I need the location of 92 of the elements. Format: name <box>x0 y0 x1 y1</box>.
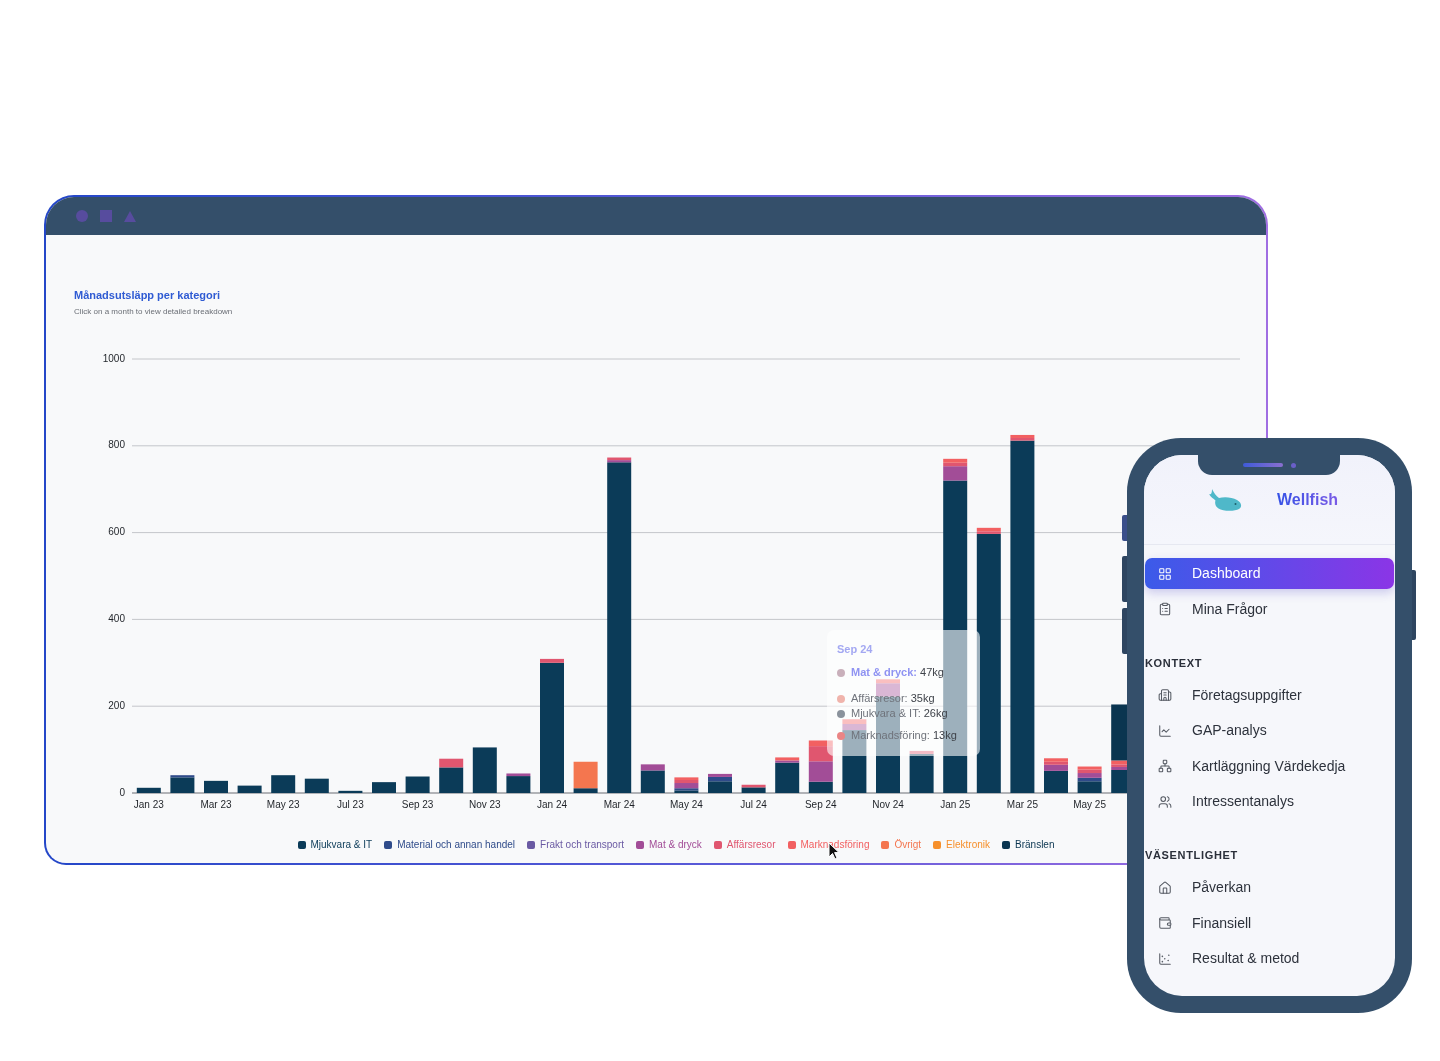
bar-segment[interactable] <box>204 780 228 793</box>
bar-segment[interactable] <box>304 778 329 793</box>
bar-segment[interactable] <box>640 764 665 771</box>
legend-label: Mat & dryck <box>649 839 702 851</box>
bar-segment[interactable] <box>439 767 464 793</box>
phone-side-button[interactable] <box>1122 608 1127 654</box>
bar-segment[interactable] <box>775 760 800 763</box>
legend-label: Marknadsföring <box>800 839 870 851</box>
chart-title: Månadsutsläpp per kategori <box>74 288 221 302</box>
x-axis-label: Sep 23 <box>401 798 434 810</box>
bar-segment[interactable] <box>472 747 497 793</box>
nav-item[interactable]: Dashboard <box>1145 558 1394 589</box>
bar-segment[interactable] <box>708 773 732 777</box>
x-axis-label: Jul 23 <box>337 798 364 810</box>
x-axis-label: Jan 25 <box>940 798 971 810</box>
phone-side-button[interactable] <box>1122 556 1127 602</box>
bar-segment[interactable] <box>170 777 195 793</box>
nav-item[interactable]: GAP-analys <box>1145 715 1394 746</box>
section-heading: KONTEXT <box>1144 656 1203 670</box>
bar-segment[interactable] <box>573 788 598 793</box>
grid-icon <box>1158 566 1172 581</box>
camera-icon <box>1290 462 1296 468</box>
circle-icon <box>76 210 88 222</box>
bar-segment[interactable] <box>271 775 296 793</box>
legend-label: Material och annan handel <box>397 839 516 851</box>
building-icon <box>1158 688 1172 702</box>
bar-segment[interactable] <box>640 770 665 793</box>
nav-item[interactable]: Kartläggning Värdekedja <box>1145 750 1394 782</box>
x-axis-label: May 23 <box>266 798 300 810</box>
tooltip-item: Mat & dryck: 47kg <box>851 666 944 679</box>
speaker-icon <box>1242 463 1283 467</box>
bar-segment[interactable] <box>943 466 968 481</box>
bar-segment[interactable] <box>506 776 531 793</box>
tooltip-title: Sep 24 <box>837 642 873 656</box>
bar-segment[interactable] <box>405 776 430 793</box>
legend-label: Mjukvara & IT <box>310 839 373 851</box>
nav-item[interactable]: Mina Frågor <box>1145 593 1394 625</box>
x-axis-label: Jul 24 <box>740 798 767 810</box>
bar-segment[interactable] <box>976 533 1001 793</box>
x-axis-label: Jan 24 <box>537 798 567 810</box>
bar-segment[interactable] <box>775 762 800 793</box>
legend-label: Bränslen <box>1015 839 1055 851</box>
legend-label: Affärsresor <box>726 839 776 851</box>
wallet-icon <box>1158 916 1172 930</box>
bar-segment[interactable] <box>506 773 531 777</box>
bar-segment[interactable] <box>741 787 766 793</box>
scatter-chart-icon <box>1158 951 1172 966</box>
legend-label: Elektronik <box>946 839 990 851</box>
tooltip-item: Affärsresor: 35kg <box>851 692 935 705</box>
x-axis-label: Jan 23 <box>133 798 164 810</box>
bar-segment[interactable] <box>136 787 161 793</box>
y-axis-label: 200 <box>108 699 125 711</box>
bar-segment[interactable] <box>607 462 632 793</box>
x-axis-label: May 25 <box>1073 798 1106 810</box>
x-axis-label: Nov 24 <box>872 798 904 810</box>
x-axis-label: Mar 24 <box>603 798 635 810</box>
x-axis-label: Mar 23 <box>200 798 232 810</box>
whale-icon <box>1209 487 1243 512</box>
nav-item[interactable]: Finansiell <box>1145 907 1394 939</box>
x-axis-label: Sep 24 <box>804 798 837 810</box>
bar-segment[interactable] <box>237 785 262 793</box>
bar-segment[interactable] <box>1010 440 1035 793</box>
network-icon <box>1158 759 1172 773</box>
bar-segment[interactable] <box>909 753 934 793</box>
x-axis-label: Mar 25 <box>1006 798 1038 810</box>
legend-label: Frakt och transport <box>540 839 624 851</box>
section-heading: VÄSENTLIGHET <box>1144 849 1238 862</box>
users-icon <box>1158 794 1172 809</box>
bar-segment[interactable] <box>808 761 833 782</box>
square-icon <box>100 210 112 222</box>
clipboard-icon <box>1158 602 1172 616</box>
bar-segment[interactable] <box>1077 781 1102 793</box>
line-chart-icon <box>1158 723 1172 738</box>
y-axis-label: 400 <box>108 613 125 625</box>
x-axis-label: May 24 <box>670 798 703 810</box>
nav-item[interactable]: Påverkan <box>1145 872 1394 903</box>
x-axis-label: Nov 23 <box>468 798 501 810</box>
chart-subtitle: Click on a month to view detailed breakdown <box>74 307 233 317</box>
y-axis-label: 800 <box>108 439 125 451</box>
y-axis-label: 1000 <box>102 352 125 364</box>
bar-segment[interactable] <box>338 790 363 793</box>
nav-item[interactable]: Företagsuppgifter <box>1145 679 1394 711</box>
legend-label: Övrigt <box>894 839 922 851</box>
bar-segment[interactable] <box>573 761 598 789</box>
nav-item[interactable]: Intressentanalys <box>1145 786 1394 817</box>
nav-item[interactable]: Resultat & metod <box>1145 943 1394 974</box>
bar-segment[interactable] <box>607 460 632 463</box>
y-axis-label: 600 <box>108 526 125 538</box>
triangle-icon <box>124 210 136 222</box>
y-axis-label: 0 <box>119 786 125 798</box>
bar-segment[interactable] <box>170 775 195 778</box>
home-icon <box>1158 880 1172 895</box>
